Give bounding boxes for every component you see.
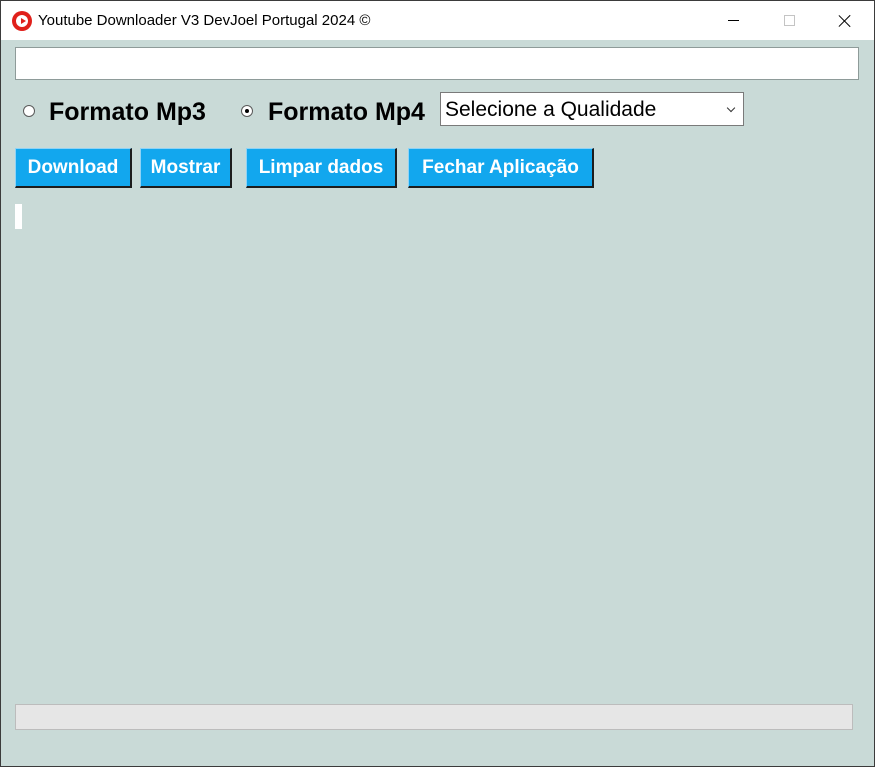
radio-mp3[interactable] xyxy=(23,105,35,117)
quality-select-value: Selecione a Qualidade xyxy=(445,98,657,121)
window-title: Youtube Downloader V3 DevJoel Portugal 2… xyxy=(38,12,371,29)
minimize-icon xyxy=(727,20,739,21)
url-input[interactable] xyxy=(15,47,859,80)
chevron-down-icon xyxy=(726,103,736,113)
clear-data-button[interactable]: Limpar dados xyxy=(246,148,397,188)
close-icon xyxy=(839,15,851,27)
app-window: Youtube Downloader V3 DevJoel Portugal 2… xyxy=(0,0,875,767)
radio-mp4[interactable] xyxy=(241,105,253,117)
youtube-play-icon xyxy=(12,11,32,31)
close-button[interactable] xyxy=(817,1,873,40)
progress-bar xyxy=(15,704,853,730)
radio-mp3-label[interactable]: Formato Mp3 xyxy=(49,98,206,127)
maximize-button[interactable] xyxy=(761,1,817,40)
title-bar[interactable]: Youtube Downloader V3 DevJoel Portugal 2… xyxy=(1,1,874,40)
quality-select[interactable]: Selecione a Qualidade xyxy=(440,92,744,126)
minimize-button[interactable] xyxy=(705,1,761,40)
output-text-cursor xyxy=(15,204,22,229)
maximize-icon xyxy=(783,15,795,26)
download-button[interactable]: Download xyxy=(15,148,132,188)
radio-mp4-label[interactable]: Formato Mp4 xyxy=(268,98,425,127)
close-app-button[interactable]: Fechar Aplicação xyxy=(408,148,594,188)
show-button[interactable]: Mostrar xyxy=(140,148,232,188)
